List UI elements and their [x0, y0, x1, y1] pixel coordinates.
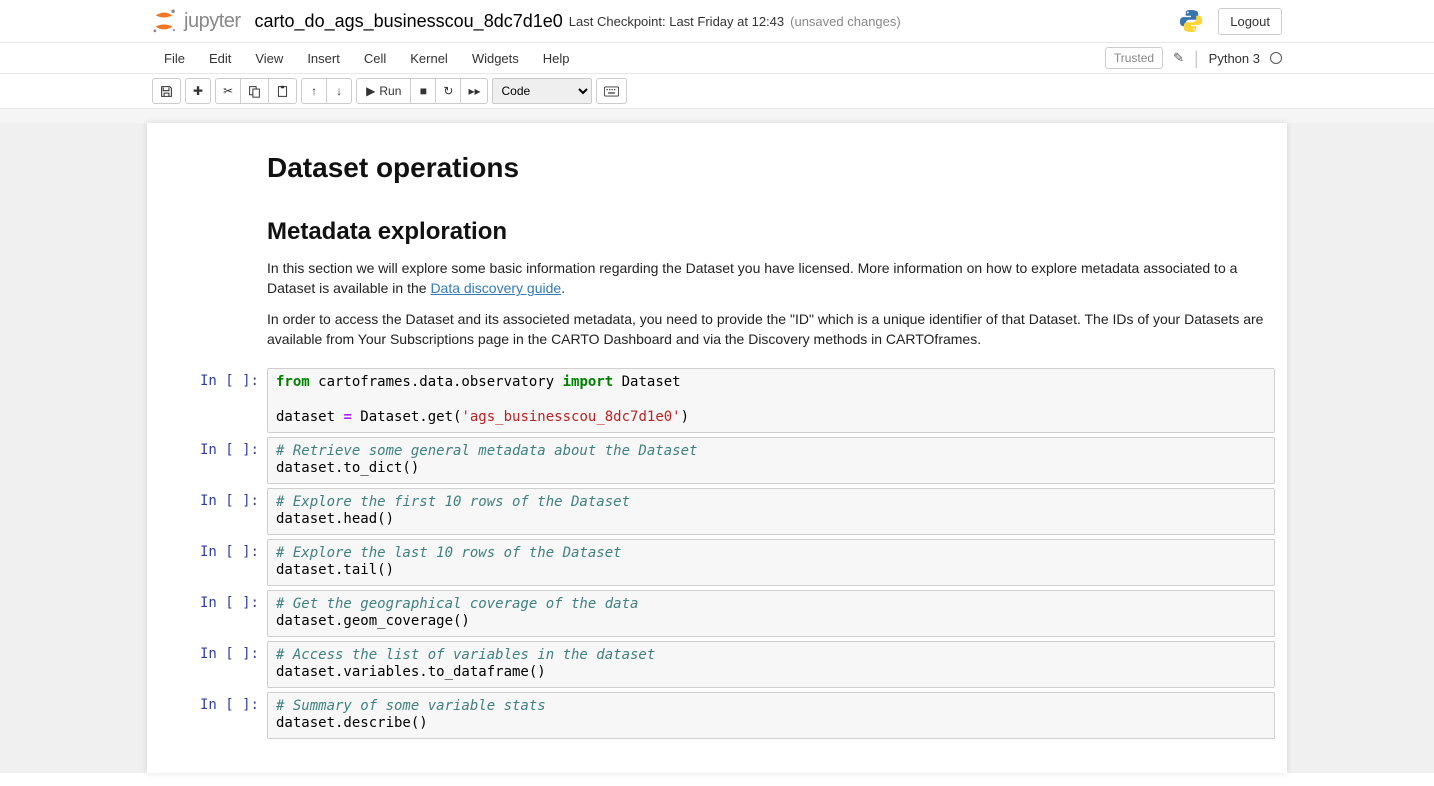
keyboard-icon	[604, 86, 619, 97]
unsaved-status: (unsaved changes)	[790, 14, 901, 29]
trusted-badge[interactable]: Trusted	[1105, 47, 1163, 69]
code-input[interactable]: # Get the geographical coverage of the d…	[267, 590, 1275, 637]
run-button[interactable]: ▶ Run	[356, 78, 411, 104]
move-up-button[interactable]: ↑	[301, 78, 327, 104]
input-prompt: In [ ]:	[159, 641, 267, 688]
fast-forward-icon: ▸▸	[468, 84, 480, 98]
move-down-button[interactable]: ↓	[326, 78, 352, 104]
code-cell-describe[interactable]: In [ ]: # Summary of some variable stats…	[159, 692, 1275, 739]
toolbar: ✚ ✂ ↑ ↓ ▶ Run ■ ↻ ▸▸ Code	[0, 74, 1434, 109]
menubar: File Edit View Insert Cell Kernel Widget…	[0, 43, 1434, 74]
code-cell-tail[interactable]: In [ ]: # Explore the last 10 rows of th…	[159, 539, 1275, 586]
kernel-name[interactable]: Python 3	[1209, 51, 1260, 66]
command-palette-button[interactable]	[596, 78, 627, 104]
arrow-down-icon: ↓	[336, 84, 342, 98]
separator: |	[1194, 48, 1199, 69]
code-cell-geom-coverage[interactable]: In [ ]: # Get the geographical coverage …	[159, 590, 1275, 637]
run-label: Run	[379, 84, 401, 98]
insert-cell-button[interactable]: ✚	[185, 78, 211, 104]
python-logo-icon	[1178, 8, 1204, 34]
code-cell-variables[interactable]: In [ ]: # Access the list of variables i…	[159, 641, 1275, 688]
code-input[interactable]: # Explore the last 10 rows of the Datase…	[267, 539, 1275, 586]
paragraph-intro: In this section we will explore some bas…	[267, 258, 1270, 299]
code-input[interactable]: # Summary of some variable stats dataset…	[267, 692, 1275, 739]
restart-button[interactable]: ↻	[435, 78, 461, 104]
input-prompt: In [ ]:	[159, 539, 267, 586]
copy-icon	[248, 85, 261, 98]
pencil-icon[interactable]: ✎	[1173, 50, 1184, 66]
input-prompt: In [ ]:	[159, 437, 267, 484]
code-input[interactable]: # Retrieve some general metadata about t…	[267, 437, 1275, 484]
plus-icon: ✚	[193, 84, 203, 98]
stop-icon: ■	[420, 84, 427, 98]
menu-cell[interactable]: Cell	[352, 45, 398, 72]
save-icon	[160, 85, 173, 98]
restart-icon: ↻	[443, 84, 453, 98]
menu-widgets[interactable]: Widgets	[460, 45, 531, 72]
copy-button[interactable]	[240, 78, 269, 104]
menu-help[interactable]: Help	[531, 45, 582, 72]
input-prompt: In [ ]:	[159, 368, 267, 433]
heading-metadata-exploration: Metadata exploration	[267, 218, 1270, 246]
input-prompt: In [ ]:	[159, 590, 267, 637]
jupyter-logo-text: jupyter	[184, 10, 241, 33]
code-input[interactable]: # Access the list of variables in the da…	[267, 641, 1275, 688]
prompt-empty	[159, 129, 267, 364]
markdown-cell[interactable]: Dataset operations Metadata exploration …	[159, 129, 1275, 364]
notebook-container: Dataset operations Metadata exploration …	[147, 123, 1287, 773]
kernel-idle-icon	[1270, 52, 1282, 64]
heading-dataset-operations: Dataset operations	[267, 152, 1270, 184]
header-bar: jupyter carto_do_ags_businesscou_8dc7d1e…	[0, 0, 1434, 43]
celltype-select[interactable]: Code	[492, 78, 592, 104]
code-input[interactable]: # Explore the first 10 rows of the Datas…	[267, 488, 1275, 535]
logout-button[interactable]: Logout	[1218, 8, 1282, 35]
cut-icon: ✂	[223, 84, 233, 98]
menu-file[interactable]: File	[152, 45, 197, 72]
save-button[interactable]	[152, 78, 181, 104]
paste-icon	[276, 85, 289, 98]
run-icon: ▶	[366, 84, 375, 98]
jupyter-logo-icon	[150, 7, 178, 35]
restart-run-all-button[interactable]: ▸▸	[460, 78, 488, 104]
menu-view[interactable]: View	[243, 45, 295, 72]
jupyter-logo[interactable]: jupyter	[150, 7, 241, 35]
code-cell-import[interactable]: In [ ]: from cartoframes.data.observator…	[159, 368, 1275, 433]
input-prompt: In [ ]:	[159, 692, 267, 739]
arrow-up-icon: ↑	[311, 84, 317, 98]
checkpoint-status: Last Checkpoint: Last Friday at 12:43	[569, 14, 784, 29]
menu-insert[interactable]: Insert	[295, 45, 352, 72]
cut-button[interactable]: ✂	[215, 78, 241, 104]
interrupt-button[interactable]: ■	[410, 78, 436, 104]
input-prompt: In [ ]:	[159, 488, 267, 535]
code-input[interactable]: from cartoframes.data.observatory import…	[267, 368, 1275, 433]
data-discovery-guide-link[interactable]: Data discovery guide	[430, 280, 561, 296]
paragraph-id-info: In order to access the Dataset and its a…	[267, 309, 1270, 350]
notebook-name[interactable]: carto_do_ags_businesscou_8dc7d1e0	[255, 11, 563, 32]
paste-button[interactable]	[268, 78, 297, 104]
menu-edit[interactable]: Edit	[197, 45, 243, 72]
code-cell-head[interactable]: In [ ]: # Explore the first 10 rows of t…	[159, 488, 1275, 535]
menu-kernel[interactable]: Kernel	[398, 45, 460, 72]
code-cell-to-dict[interactable]: In [ ]: # Retrieve some general metadata…	[159, 437, 1275, 484]
